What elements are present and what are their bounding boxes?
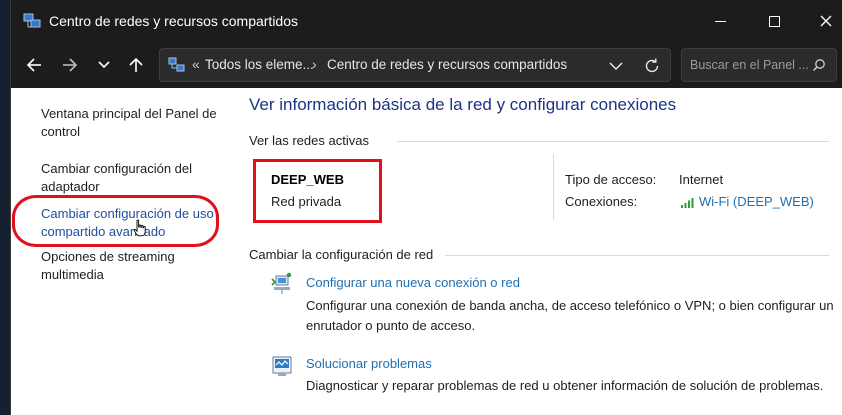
recent-locations-button[interactable] [89,50,119,80]
main-panel: Ver información básica de la red y confi… [249,88,842,415]
chevron-down-icon [98,61,110,69]
up-button[interactable] [121,50,151,80]
sidebar-item-label: Cambiar configuración del [41,161,193,176]
arrow-right-icon [63,58,78,72]
page-title: Ver información básica de la red y confi… [249,95,677,114]
sidebar-item-label: Ventana principal del Panel de [41,106,217,121]
troubleshoot-link[interactable]: Solucionar problemas [306,356,432,371]
breadcrumb-separator[interactable]: › [312,56,317,72]
navigation-bar: « Todos los eleme... › Centro de redes y… [11,42,842,88]
access-type-value: Internet [679,172,724,187]
minimize-button[interactable] [697,0,743,42]
wifi-connection-link[interactable]: Wi-Fi (DEEP_WEB) [680,194,814,209]
change-settings-heading: Cambiar la configuración de red [249,247,434,262]
search-box[interactable] [681,48,837,82]
breadcrumb-all-items[interactable]: Todos los eleme... [205,57,314,72]
divider [445,255,829,256]
sidebar-item-label: multimedia [41,267,104,282]
window-title: Centro de redes y recursos compartidos [49,13,298,29]
divider [397,141,829,142]
active-networks-heading: Ver las redes activas [249,133,369,148]
chevron-down-icon[interactable] [606,57,626,75]
hand-cursor-icon [133,219,146,237]
task-description-line: enrutador o punto de acceso. [306,318,476,333]
setup-new-connection-link[interactable]: Configurar una nueva conexión o red [306,275,520,290]
network-center-icon [23,13,41,28]
divider [553,154,554,220]
address-bar[interactable]: « Todos los eleme... › Centro de redes y… [159,48,671,82]
arrow-up-icon [129,57,143,72]
sidebar-item-adapter-settings[interactable]: Cambiar configuración del adaptador [41,160,221,196]
sidebar-item-label: control [41,124,81,139]
maximize-button[interactable] [751,0,797,42]
refresh-icon[interactable] [642,56,662,76]
breadcrumb-network-center[interactable]: Centro de redes y recursos compartidos [327,57,567,72]
connections-label: Conexiones: [565,194,638,209]
close-icon [820,15,832,27]
search-icon[interactable] [812,58,826,72]
sidebar: Ventana principal del Panel de control C… [11,88,237,415]
wifi-signal-icon [681,197,694,208]
arrow-left-icon [26,58,41,72]
control-panel-icon [168,57,185,72]
task-description-line: Configurar una conexión de banda ancha, … [306,298,834,313]
search-input[interactable] [690,55,808,75]
setup-new-connection-description: Configurar una conexión de banda ancha, … [306,296,836,336]
annotation-oval-sharing [12,195,219,247]
troubleshoot-icon [272,356,292,376]
annotation-box-network [253,159,382,223]
sidebar-item-media-streaming[interactable]: Opciones de streaming multimedia [41,248,221,284]
wifi-connection-label: Wi-Fi (DEEP_WEB) [699,194,814,209]
access-type-label: Tipo de acceso: [565,172,657,187]
sidebar-item-label: Opciones de streaming [41,249,175,264]
troubleshoot-description: Diagnosticar y reparar problemas de red … [306,378,824,393]
sidebar-item-control-panel-home[interactable]: Ventana principal del Panel de control [41,105,221,141]
title-bar: Centro de redes y recursos compartidos [11,0,842,42]
address-root-marker[interactable]: « [192,56,200,72]
content-area: Ventana principal del Panel de control C… [11,88,842,415]
close-button[interactable] [803,0,842,42]
new-connection-icon [271,272,292,294]
sidebar-item-label: adaptador [41,179,100,194]
forward-button[interactable] [55,50,85,80]
minimize-icon [714,20,726,22]
maximize-icon [768,15,780,27]
back-button[interactable] [19,50,49,80]
